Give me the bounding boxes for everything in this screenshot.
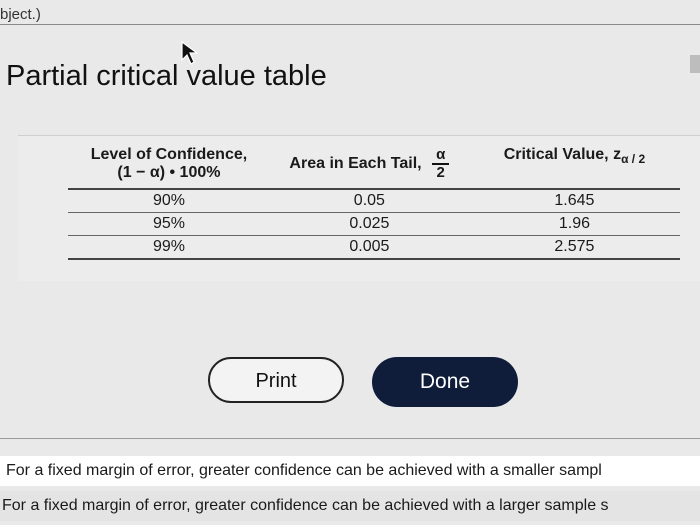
cell-critical-value: 1.645: [468, 189, 680, 213]
header-critical-label: Critical Value, z: [503, 146, 622, 163]
cell-critical-value: 2.575: [468, 235, 680, 260]
answer-option-2[interactable]: For a fixed margin of error, greater con…: [0, 491, 700, 521]
header-level-of-confidence: Level of Confidence, (1 − α) • 100%: [68, 146, 270, 190]
table-row: 95% 0.025 1.96: [68, 212, 680, 236]
cell-area: 0.005: [269, 235, 469, 260]
fraction-numerator: α: [432, 147, 450, 165]
answer-divider: [0, 438, 700, 439]
header-critical-value: Critical Value, zα / 2: [468, 146, 680, 190]
table-header-row: Level of Confidence, (1 − α) • 100% Area…: [68, 146, 680, 190]
header-confidence-line2: (1 − α) • 100%: [117, 164, 221, 181]
fraction-denominator: 2: [436, 164, 445, 181]
done-button[interactable]: Done: [372, 357, 518, 407]
critical-value-table-panel: Level of Confidence, (1 − α) • 100% Area…: [18, 135, 700, 281]
header-confidence-line1: Level of Confidence,: [90, 146, 248, 163]
cell-area: 0.05: [269, 189, 469, 213]
header-area-in-each-tail: Area in Each Tail, α 2: [269, 146, 469, 190]
cell-confidence: 95%: [68, 212, 270, 236]
breadcrumb-fragment: bject.): [0, 6, 41, 23]
cell-confidence: 90%: [68, 189, 270, 213]
cell-confidence: 99%: [68, 235, 270, 260]
table-row: 99% 0.005 2.575: [68, 235, 680, 260]
critical-value-table: Level of Confidence, (1 − α) • 100% Area…: [68, 146, 680, 260]
table-row: 90% 0.05 1.645: [68, 189, 680, 213]
print-button[interactable]: Print: [208, 357, 344, 403]
scroll-tab[interactable]: [690, 55, 700, 73]
header-critical-subscript: α / 2: [621, 152, 646, 166]
answer-option-1[interactable]: For a fixed margin of error, greater con…: [0, 456, 700, 486]
cell-area: 0.025: [269, 212, 469, 236]
alpha-over-two-fraction: α 2: [432, 147, 450, 181]
header-area-label: Area in Each Tail,: [289, 155, 422, 173]
cell-critical-value: 1.96: [468, 212, 680, 236]
page-title: Partial critical value table: [6, 60, 327, 92]
top-divider: [0, 24, 700, 25]
